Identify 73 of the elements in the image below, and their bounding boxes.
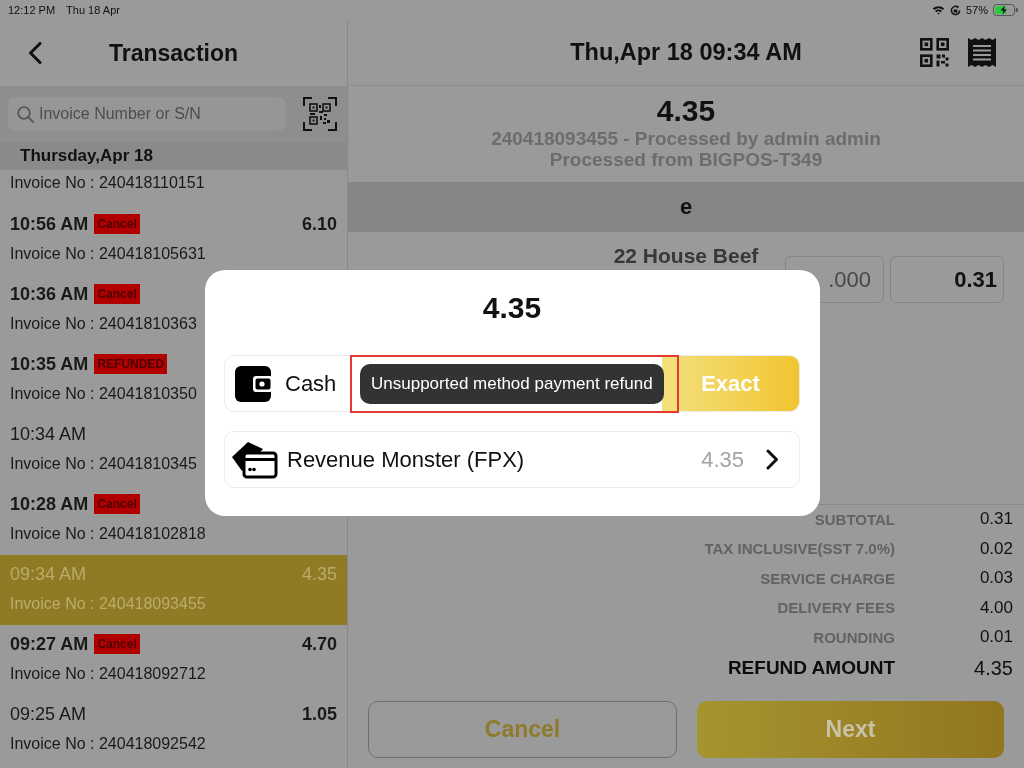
invoice-number: Invoice No : 24041810345 (9, 454, 198, 474)
summary-label: REFUND AMOUNT (727, 656, 895, 680)
invoice-number: Invoice No : 240418093455 (9, 594, 207, 614)
summary-value: 0.31 (979, 509, 1013, 530)
invoice-number: Invoice No : 24041810363 (9, 314, 198, 334)
rotation-lock-icon (949, 4, 961, 16)
wallet-icon (235, 365, 273, 402)
invoice-number: Invoice No : 240418102818 (9, 524, 207, 544)
transaction-amount: 4.35 (301, 563, 337, 585)
method-label: Cash (285, 370, 337, 397)
status-badge: Cancel (94, 494, 140, 514)
transaction-row[interactable]: 10:28 AM Cancel Invoice No : 240418102818 (0, 485, 347, 555)
summary-label: DELIVERY FEES (777, 598, 895, 619)
battery-icon (993, 4, 1018, 16)
item-name: 22 House Beef (613, 244, 759, 268)
transaction-row[interactable]: 09:25 AM 1.05 Invoice No : 240418092542 (0, 695, 347, 765)
summary-value: 0.03 (979, 568, 1013, 589)
transaction-amount: 1.05 (301, 703, 337, 725)
summary-label: TAX INCLUSIVE(SST 7.0%) (704, 539, 895, 560)
search-field[interactable]: Invoice Number or S/N (8, 97, 286, 131)
method-amount: 4.35 (701, 446, 744, 473)
status-time: 12:12 PM (8, 3, 56, 17)
transaction-time: 09:34 AM (10, 563, 87, 585)
transaction-row[interactable]: 10:56 AM Cancel 6.10 Invoice No : 240418105631 (0, 205, 347, 275)
payment-method-row[interactable]: Revenue Monster (FPX) 4.35 (224, 431, 800, 488)
transaction-row[interactable]: Invoice No : 240418110151 (0, 170, 347, 205)
transaction-amount: 6.10 (301, 213, 337, 235)
invoice-number: Invoice No : 240418092542 (9, 734, 207, 754)
summary-label: ROUNDING (813, 627, 895, 648)
invoice-number: Invoice No : 240418110151 (9, 173, 206, 193)
transaction-time: 09:27 AM (10, 633, 89, 655)
qr-code-icon[interactable] (920, 38, 949, 67)
transaction-time: 10:56 AM (10, 213, 89, 235)
price-field[interactable]: 0.31 (890, 256, 1004, 303)
detail-title: Thu,Apr 18 09:34 AM (570, 39, 802, 66)
summary-label: SERVICE CHARGE (760, 568, 895, 589)
status-badge: REFUNDED (94, 354, 168, 374)
method-label: Revenue Monster (FPX) (287, 446, 525, 473)
wifi-icon (931, 5, 945, 15)
quantity-field[interactable]: .000 (785, 256, 884, 303)
transaction-time: 10:36 AM (10, 283, 89, 305)
chevron-right-icon (766, 449, 779, 470)
summary-value: 4.35 (974, 656, 1013, 680)
invoice-number: Invoice No : 24041810350 (9, 384, 198, 404)
invoice-number: Invoice No : 240418105631 (9, 244, 207, 264)
transaction-time: 10:35 AM (10, 353, 89, 375)
qr-scan-icon[interactable] (303, 97, 337, 131)
transaction-time: 10:34 AM (10, 423, 87, 445)
transaction-time: 10:28 AM (10, 493, 89, 515)
status-badge: Cancel (94, 634, 140, 654)
back-icon[interactable] (28, 42, 42, 64)
search-icon (17, 106, 34, 123)
invoice-number: Invoice No : 240418092712 (9, 664, 207, 684)
transaction-amount: 4.70 (301, 633, 337, 655)
transaction-time: 09:25 AM (10, 703, 87, 725)
dialog-amount: 4.35 (482, 293, 542, 323)
summary-value: 0.01 (979, 627, 1013, 648)
sidebar-title: Transaction (108, 39, 239, 67)
status-badge: Cancel (94, 284, 140, 304)
transaction-row[interactable]: 09:27 AM Cancel 4.70 Invoice No : 240418092712 (0, 625, 347, 695)
cards-icon (230, 440, 278, 479)
summary-value: 4.00 (979, 597, 1013, 618)
receipt-icon[interactable] (968, 38, 996, 67)
date-header: Thursday,Apr 18 (0, 142, 347, 170)
summary-value: 0.02 (979, 538, 1013, 559)
status-date: Thu 18 Apr (66, 3, 120, 17)
transaction-row[interactable]: 10:36 AM Cancel Invoice No : 24041810363 (0, 275, 347, 345)
status-badge: Cancel (94, 214, 140, 234)
summary-label: SUBTOTAL (814, 509, 895, 530)
total-amount: 4.35 (656, 96, 716, 126)
toast-message: Unsupported method payment refund (360, 364, 664, 404)
battery-percent: 57% (965, 3, 988, 17)
section-header: e (348, 182, 1024, 232)
